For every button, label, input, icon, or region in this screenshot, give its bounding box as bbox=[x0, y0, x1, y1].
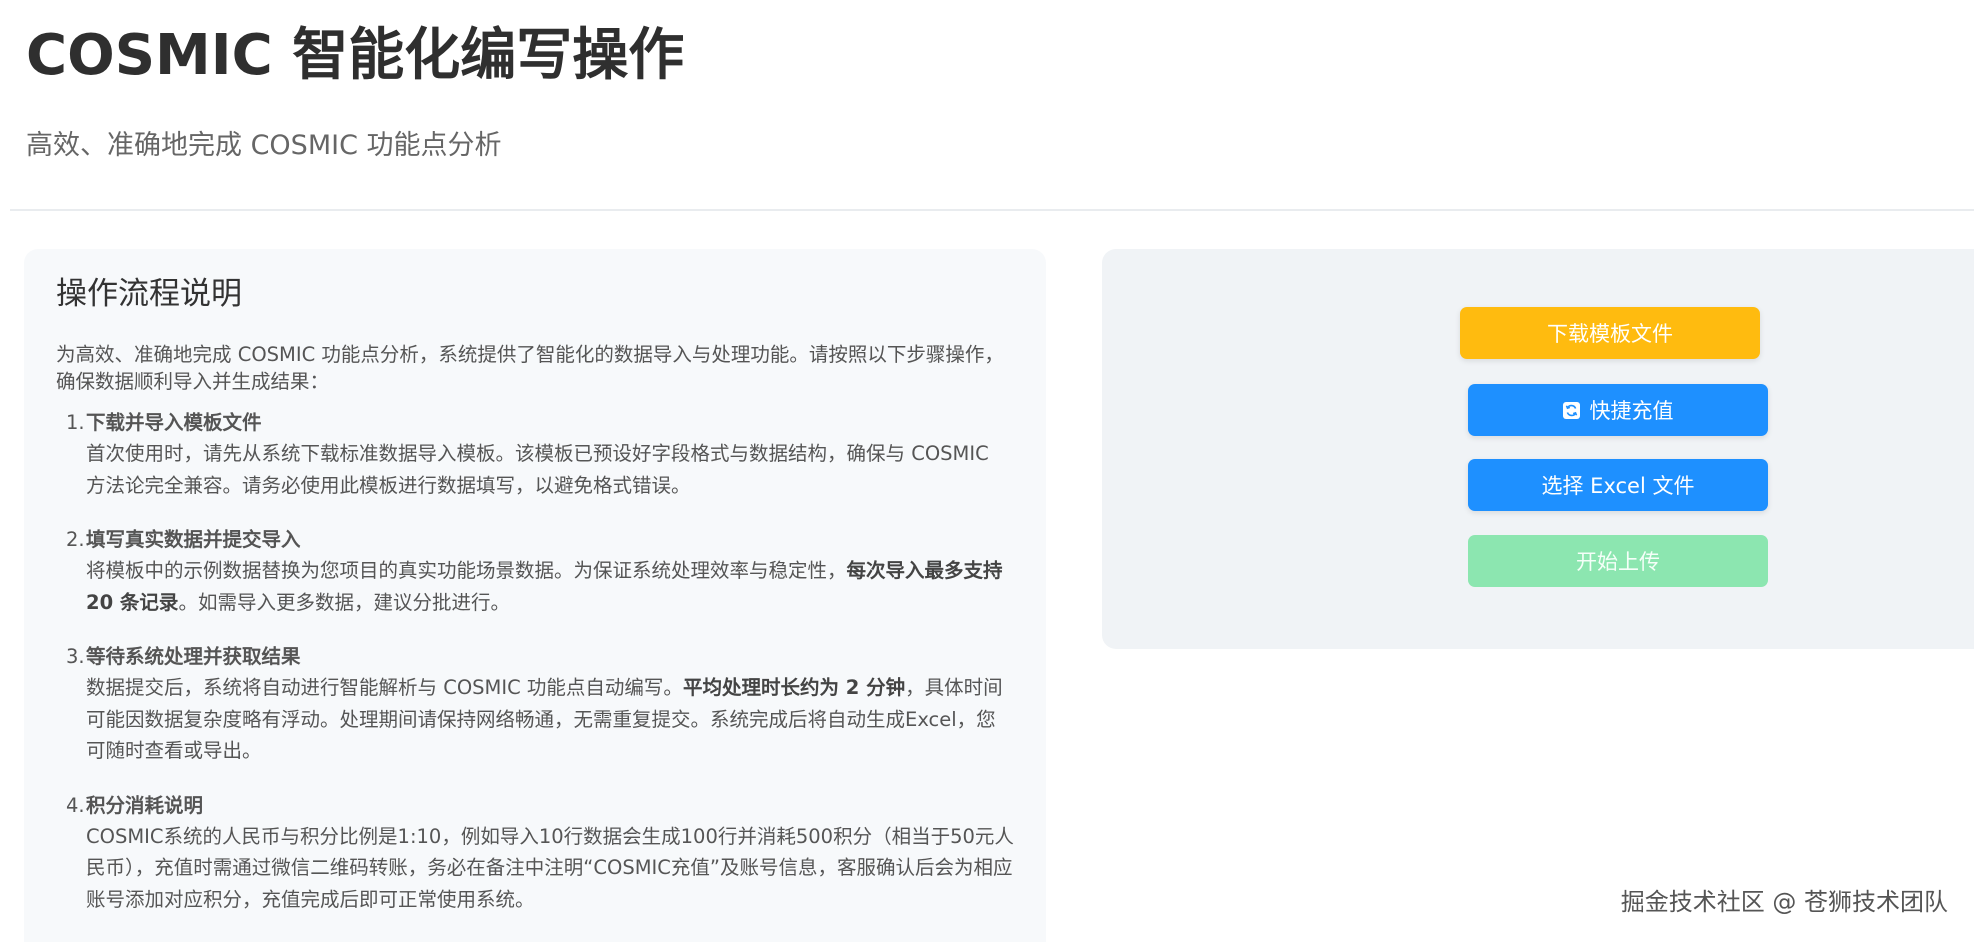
start-upload-label: 开始上传 bbox=[1576, 550, 1660, 574]
download-template-button[interactable]: 下载模板文件 bbox=[1460, 307, 1760, 359]
step-item: 4. 积分消耗说明 COSMIC系统的人民币与积分比例是1:10，例如导入10行… bbox=[56, 790, 1014, 916]
watermark: 掘金技术社区 @ 苍狮技术团队 bbox=[1620, 888, 1948, 916]
step-text: 将模板中的示例数据替换为您项目的真实功能场景数据。为保证系统处理效率与稳定性， bbox=[86, 559, 847, 582]
header-divider bbox=[10, 209, 1974, 211]
step-description: 首次使用时，请先从系统下载标准数据导入模板。该模板已预设好字段格式与数据结构，确… bbox=[86, 438, 1014, 501]
step-description: 数据提交后，系统将自动进行智能解析与 COSMIC 功能点自动编写。平均处理时长… bbox=[86, 672, 1014, 767]
steps-list: 1. 下载并导入模板文件 首次使用时，请先从系统下载标准数据导入模板。该模板已预… bbox=[56, 407, 1014, 915]
step-number: 2. bbox=[66, 528, 85, 551]
step-text: 首次使用时，请先从系统下载标准数据导入模板。该模板已预设好字段格式与数据结构，确… bbox=[86, 442, 989, 497]
operation-guide-panel: 操作流程说明 为高效、准确地完成 COSMIC 功能点分析，系统提供了智能化的数… bbox=[24, 249, 1046, 942]
step-number: 4. bbox=[66, 793, 85, 817]
step-text: COSMIC系统的人民币与积分比例是1:10，例如导入10行数据会生成100行并… bbox=[86, 824, 1014, 911]
step-item: 2. 填写真实数据并提交导入 将模板中的示例数据替换为您项目的真实功能场景数据。… bbox=[56, 524, 1014, 618]
page: COSMIC 智能化编写操作 高效、准确地完成 COSMIC 功能点分析 操作流… bbox=[0, 0, 1974, 942]
select-excel-label: 选择 Excel 文件 bbox=[1541, 474, 1695, 498]
select-excel-button[interactable]: 选择 Excel 文件 bbox=[1468, 459, 1768, 511]
step-number: 1. bbox=[66, 411, 85, 434]
page-title: COSMIC 智能化编写操作 bbox=[26, 23, 685, 88]
step-title: 积分消耗说明 bbox=[86, 793, 204, 817]
quick-recharge-button[interactable]: 快捷充值 bbox=[1468, 384, 1768, 436]
step-description: 将模板中的示例数据替换为您项目的真实功能场景数据。为保证系统处理效率与稳定性，每… bbox=[86, 555, 1014, 618]
guide-heading: 操作流程说明 bbox=[56, 276, 242, 312]
refresh-icon bbox=[1562, 401, 1580, 419]
page-subtitle: 高效、准确地完成 COSMIC 功能点分析 bbox=[26, 130, 502, 161]
step-text: 。如需导入更多数据，建议分批进行。 bbox=[178, 590, 510, 614]
download-template-label: 下载模板文件 bbox=[1547, 322, 1673, 346]
step-number: 3. bbox=[66, 645, 85, 668]
step-item: 1. 下载并导入模板文件 首次使用时，请先从系统下载标准数据导入模板。该模板已预… bbox=[56, 407, 1014, 501]
guide-intro: 为高效、准确地完成 COSMIC 功能点分析，系统提供了智能化的数据导入与处理功… bbox=[56, 343, 1004, 393]
step-text: 数据提交后，系统将自动进行智能解析与 COSMIC 功能点自动编写。 bbox=[86, 676, 683, 699]
step-title: 下载并导入模板文件 bbox=[86, 411, 262, 434]
quick-recharge-label: 快捷充值 bbox=[1589, 399, 1674, 423]
page-header: COSMIC 智能化编写操作 高效、准确地完成 COSMIC 功能点分析 bbox=[0, 0, 1974, 164]
step-item: 3. 等待系统处理并获取结果 数据提交后，系统将自动进行智能解析与 COSMIC… bbox=[56, 641, 1014, 767]
step-title: 等待系统处理并获取结果 bbox=[86, 645, 301, 668]
step-title: 填写真实数据并提交导入 bbox=[86, 528, 301, 551]
step-description: COSMIC系统的人民币与积分比例是1:10，例如导入10行数据会生成100行并… bbox=[86, 821, 1014, 916]
step-emphasis: 平均处理时长约为 2 分钟 bbox=[682, 676, 906, 699]
start-upload-button[interactable]: 开始上传 bbox=[1468, 535, 1768, 587]
upload-actions-panel: 下载模板文件 快捷充值 选择 Excel 文件 开始上传 bbox=[1102, 249, 1974, 649]
